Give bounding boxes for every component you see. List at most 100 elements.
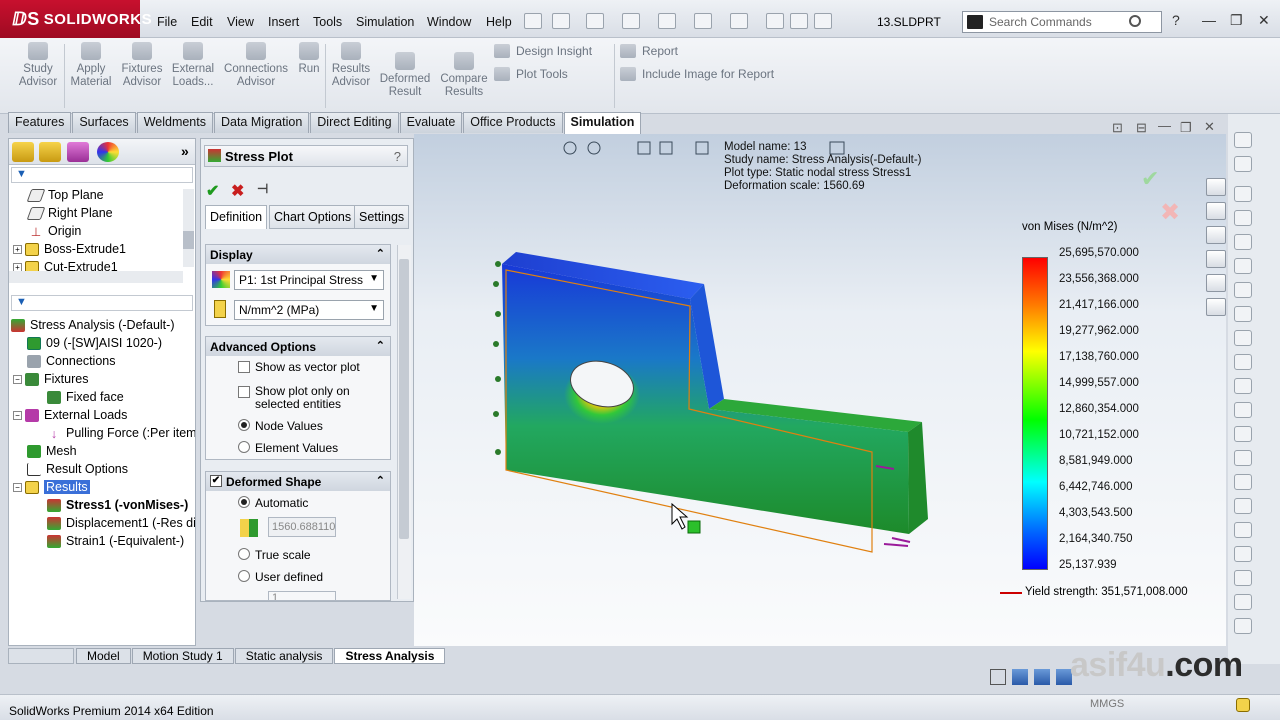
collapse-chevron-icon[interactable]: ⌃ xyxy=(376,247,385,260)
stress-component-select[interactable]: P1: 1st Principal Stress ▼ xyxy=(234,270,384,290)
search-icon[interactable] xyxy=(1129,15,1141,27)
tab-direct-editing[interactable]: Direct Editing xyxy=(310,112,399,133)
viewport-restore-icon[interactable]: ❐ xyxy=(1180,120,1192,136)
list-item[interactable]: Mesh xyxy=(9,442,195,460)
deformed-shape-header[interactable]: ✔ Deformed Shape ⌃ xyxy=(206,472,390,491)
ok-check-icon[interactable]: ✔ xyxy=(206,181,219,201)
menu-file[interactable]: File xyxy=(157,15,177,29)
user-scale-input[interactable]: 1 xyxy=(268,591,336,601)
rebuild-icon[interactable] xyxy=(766,13,784,29)
custom-properties-icon[interactable] xyxy=(1206,298,1226,316)
pattern-icon[interactable] xyxy=(1234,570,1252,586)
list-item[interactable]: Displacement1 (-Res disp xyxy=(9,514,195,532)
plot-tools-button[interactable]: Plot Tools xyxy=(494,67,568,81)
units-select[interactable]: N/mm^2 (MPa) ▼ xyxy=(234,300,384,320)
restore-button[interactable]: ❐ xyxy=(1230,12,1243,29)
collapse-chevron-icon[interactable]: ⌃ xyxy=(376,474,385,487)
menu-view[interactable]: View xyxy=(227,15,254,29)
menu-tools[interactable]: Tools xyxy=(313,15,342,29)
feature-tree-icon[interactable] xyxy=(12,142,34,162)
home-icon[interactable] xyxy=(1206,178,1226,196)
minimize-button[interactable]: — xyxy=(1202,12,1216,28)
viewport-split-icon[interactable]: ⊟ xyxy=(1136,120,1147,136)
viewport-minimize-icon[interactable]: — xyxy=(1158,118,1171,133)
list-item[interactable]: Strain1 (-Equivalent-) xyxy=(9,532,195,550)
tab-surfaces[interactable]: Surfaces xyxy=(72,112,136,133)
viewport-close-icon[interactable]: ✕ xyxy=(1204,119,1215,135)
true-scale-radio[interactable]: True scale xyxy=(238,548,311,562)
scale-factor-input[interactable]: 1560.688110 xyxy=(268,517,336,537)
collapse-icon[interactable]: − xyxy=(13,410,22,420)
options-icon[interactable] xyxy=(814,13,832,29)
probe-marker[interactable] xyxy=(687,520,701,534)
spline-icon[interactable] xyxy=(1234,306,1252,322)
close-button[interactable]: ✕ xyxy=(1258,12,1270,29)
help-icon[interactable]: ? xyxy=(1172,12,1180,28)
vector-plot-checkbox[interactable]: Show as vector plot xyxy=(238,360,360,374)
run-button[interactable]: Run xyxy=(296,42,322,76)
view-palette-icon[interactable] xyxy=(1206,250,1226,268)
menu-help[interactable]: Help xyxy=(486,15,512,29)
filter-icon[interactable]: ▼ xyxy=(11,167,193,183)
help-icon[interactable]: ? xyxy=(394,149,401,164)
units-indicator[interactable]: MMGS xyxy=(1090,698,1124,710)
configuration-icon[interactable] xyxy=(67,142,89,162)
display-header[interactable]: Display ⌃ xyxy=(206,245,390,264)
collapse-chevron-icon[interactable]: ⌃ xyxy=(376,339,385,352)
sketch-tool-icon[interactable] xyxy=(1234,132,1252,148)
scrollbar[interactable] xyxy=(397,245,411,599)
list-item[interactable]: Top Plane xyxy=(9,186,195,204)
list-item[interactable]: Result Options xyxy=(9,460,195,478)
design-insight-button[interactable]: Design Insight xyxy=(494,44,592,58)
tab-static-analysis[interactable]: Static analysis xyxy=(234,648,334,664)
convert-entities-icon[interactable] xyxy=(1234,498,1252,514)
collapse-icon[interactable]: − xyxy=(13,374,22,384)
compare-results-button[interactable]: Compare Results xyxy=(438,52,490,99)
viewport-tile-icon[interactable]: ⊡ xyxy=(1112,120,1123,136)
selected-entities-checkbox[interactable]: Show plot only on selected entities xyxy=(238,385,378,411)
slot-icon[interactable] xyxy=(1234,234,1252,250)
zoom-fit-icon[interactable] xyxy=(990,669,1006,685)
menu-edit[interactable]: Edit xyxy=(191,15,213,29)
arc-icon[interactable] xyxy=(1234,282,1252,298)
expand-panel-icon[interactable]: » xyxy=(181,143,189,159)
appearances-icon[interactable] xyxy=(1206,274,1226,292)
study-advisor-button[interactable]: Study Advisor xyxy=(18,42,58,89)
file-explorer-icon[interactable] xyxy=(1206,226,1226,244)
fillet-icon[interactable] xyxy=(1234,354,1252,370)
tab-office-products[interactable]: Office Products xyxy=(463,112,563,133)
tab-definition[interactable]: Definition xyxy=(205,205,268,229)
apply-material-button[interactable]: Apply Material xyxy=(68,42,114,89)
tab-scroll-arrows[interactable] xyxy=(8,648,74,664)
list-item[interactable]: ↓ Pulling Force (:Per item: xyxy=(9,424,195,442)
rectangle-icon[interactable] xyxy=(1234,210,1252,226)
design-library-icon[interactable] xyxy=(1206,202,1226,220)
filter-icon[interactable]: ▼ xyxy=(11,295,193,311)
centerline-icon[interactable] xyxy=(1234,426,1252,442)
property-manager-icon[interactable] xyxy=(39,142,61,162)
menu-window[interactable]: Window xyxy=(427,15,471,29)
scrollbar[interactable] xyxy=(9,271,183,283)
tab-data-migration[interactable]: Data Migration xyxy=(213,112,310,133)
new-doc-icon[interactable] xyxy=(552,13,570,29)
menu-simulation[interactable]: Simulation xyxy=(356,15,414,29)
tab-chart-options[interactable]: Chart Options xyxy=(269,205,357,229)
tab-weldments[interactable]: Weldments xyxy=(136,112,213,133)
solidworks-logo[interactable]: ⅅS SOLIDWORKS xyxy=(0,0,152,38)
open-icon[interactable] xyxy=(586,13,604,29)
list-item[interactable]: Right Plane xyxy=(9,204,195,222)
display-manager-icon[interactable] xyxy=(97,142,119,162)
smart-dimension-icon[interactable] xyxy=(1234,156,1252,172)
list-item[interactable]: − Fixtures xyxy=(9,370,195,388)
cancel-x-icon[interactable]: ✖ xyxy=(231,181,244,201)
menu-insert[interactable]: Insert xyxy=(268,15,299,29)
deformed-result-button[interactable]: Deformed Result xyxy=(378,52,432,99)
save-icon[interactable] xyxy=(622,13,640,29)
polygon-icon[interactable] xyxy=(1234,378,1252,394)
relations-icon[interactable] xyxy=(1234,618,1252,634)
mirror-icon[interactable] xyxy=(1234,546,1252,562)
list-item[interactable]: − External Loads xyxy=(9,406,195,424)
tab-settings[interactable]: Settings xyxy=(354,205,410,229)
include-image-button[interactable]: Include Image for Report xyxy=(620,67,774,81)
fixtures-advisor-button[interactable]: Fixtures Advisor xyxy=(120,42,164,89)
